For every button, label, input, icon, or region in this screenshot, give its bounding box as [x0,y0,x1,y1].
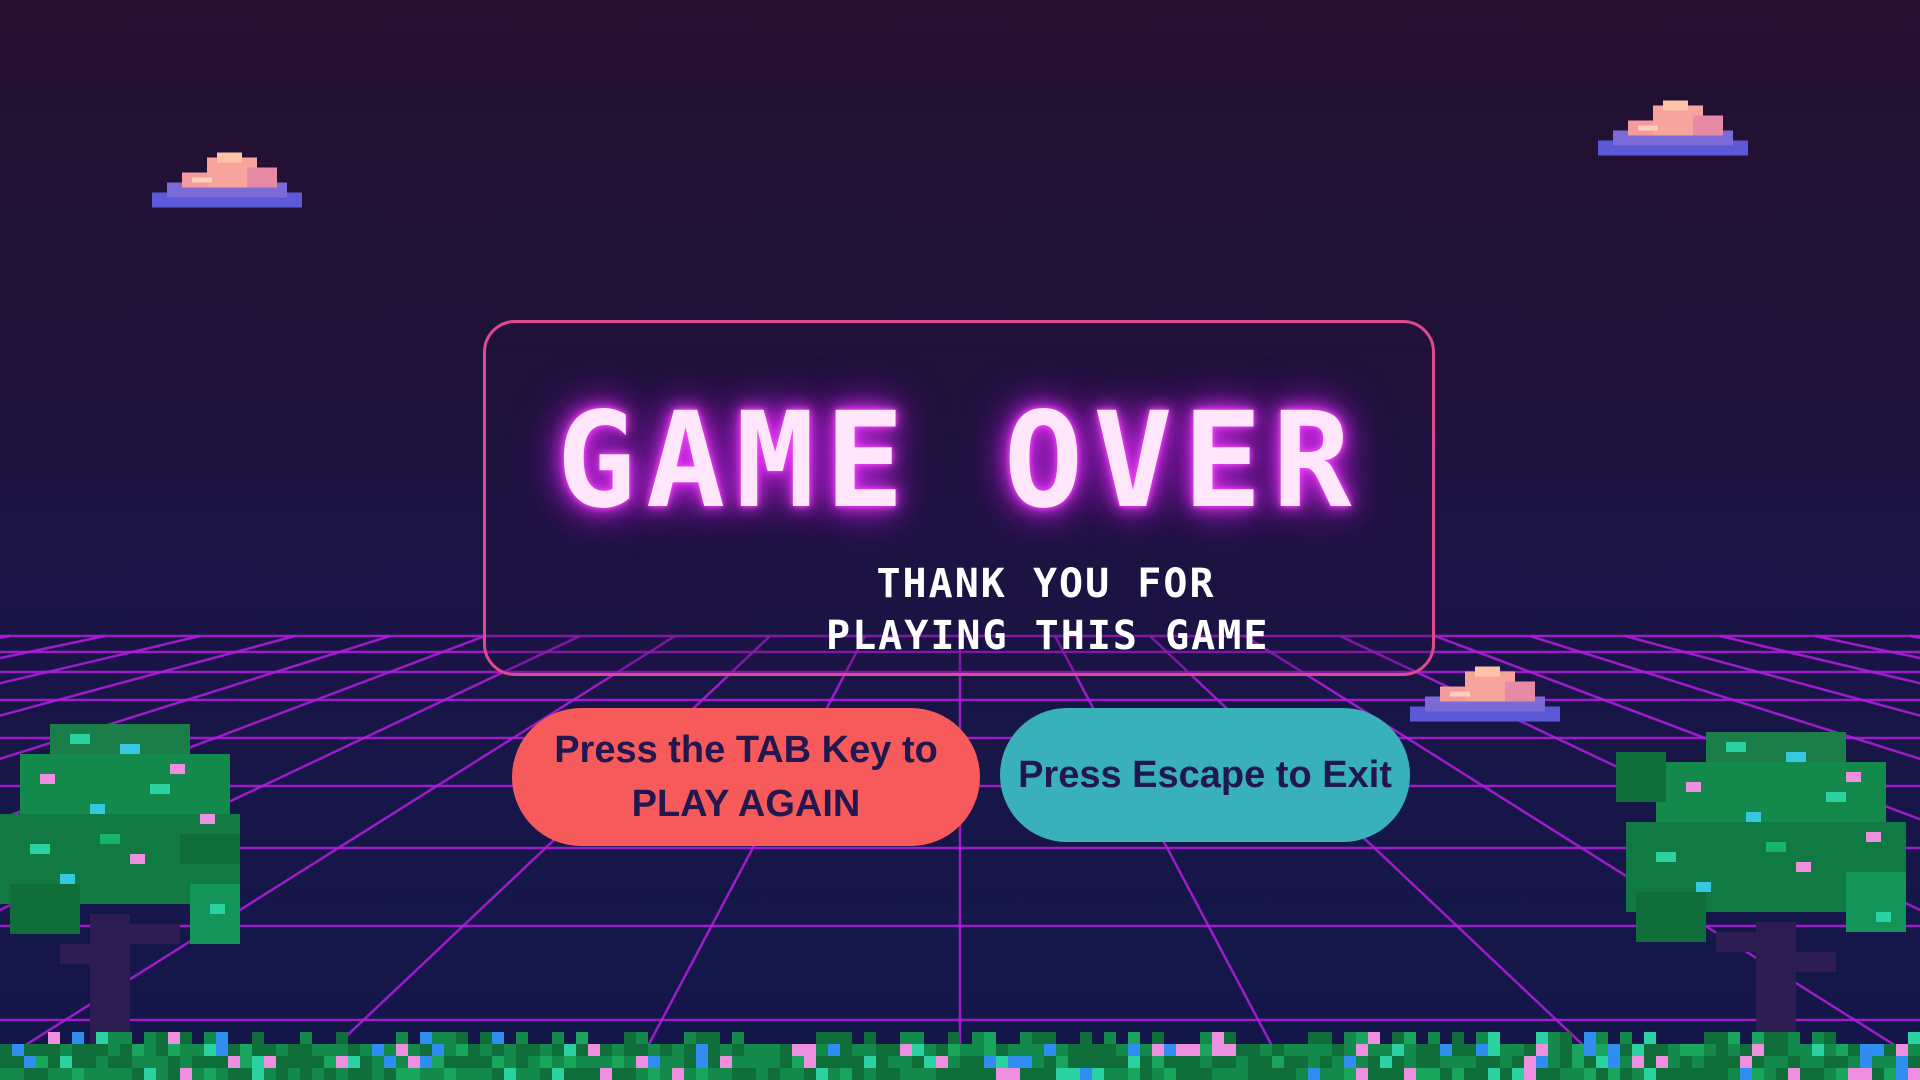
thank-you-line-2: PLAYING THIS GAME [826,613,1270,659]
grid-line [628,635,867,1080]
tree-icon [0,724,240,1054]
game-over-panel: GAME OVER THANK YOU FOR PLAYING THIS GAM… [483,320,1435,676]
play-again-line-1: Press the TAB Key to [554,729,938,771]
tree-icon [1616,732,1906,1062]
pixel-grass [0,1032,1920,1080]
cloud-icon [1598,100,1748,156]
exit-button[interactable]: Press Escape to Exit [1000,708,1410,842]
cloud-icon [152,152,302,208]
game-over-title: GAME OVER [556,384,1362,538]
game-over-screen: GAME OVER THANK YOU FOR PLAYING THIS GAM… [0,0,1920,1080]
thank-you-message: THANK YOU FOR PLAYING THIS GAME [826,558,1270,662]
thank-you-line-1: THANK YOU FOR [876,561,1216,607]
exit-button-label: Press Escape to Exit [1018,753,1392,796]
play-again-line-2: PLAY AGAIN [631,783,861,825]
grid-line [1053,635,1292,1080]
play-again-button[interactable]: Press the TAB Key to PLAY AGAIN [512,708,980,846]
grid-line [1909,634,1920,640]
grid-line [299,635,771,1080]
cloud-icon [1410,666,1560,722]
